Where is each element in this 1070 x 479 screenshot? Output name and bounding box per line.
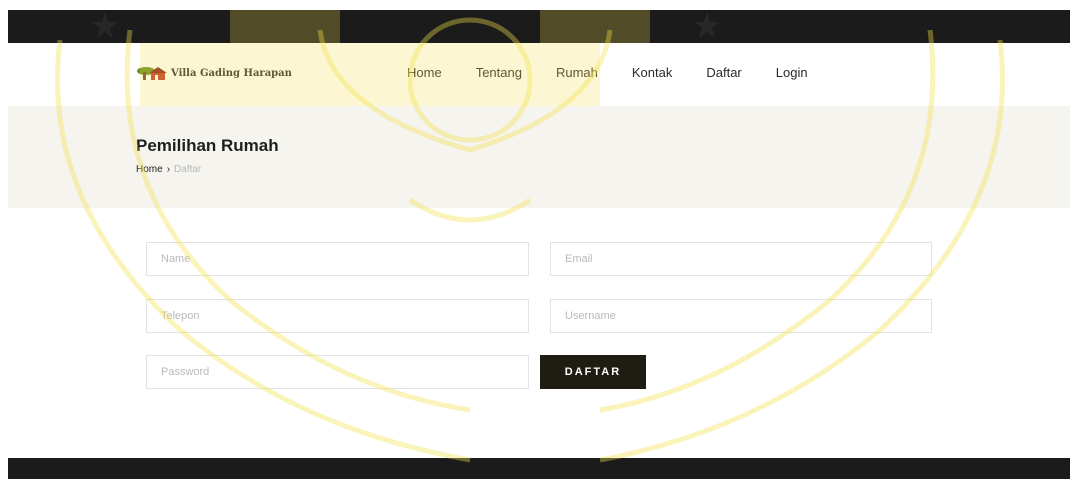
breadcrumb-current: Daftar (174, 164, 202, 175)
username-field[interactable] (550, 299, 932, 333)
nav-home[interactable]: Home (407, 65, 442, 80)
daftar-button[interactable]: DAFTAR (540, 355, 646, 389)
breadcrumb-home[interactable]: Home (136, 164, 163, 175)
nav-tentang[interactable]: Tentang (476, 65, 522, 80)
footer (8, 458, 1070, 479)
page-title: Pemilihan Rumah (136, 136, 279, 155)
password-field[interactable] (146, 355, 529, 389)
chevron-right-icon: › (166, 164, 171, 175)
email-field[interactable] (550, 242, 932, 276)
name-field[interactable] (146, 242, 529, 276)
nav-login[interactable]: Login (776, 65, 808, 80)
nav-rumah[interactable]: Rumah (556, 65, 598, 80)
main-nav: Home Tentang Rumah Kontak Daftar Login (407, 65, 808, 80)
page-header-band (8, 106, 1070, 208)
logo[interactable]: Villa Gading Harapan (137, 66, 292, 80)
top-bar (8, 10, 1070, 43)
brand-name: Villa Gading Harapan (171, 67, 292, 79)
nav-kontak[interactable]: Kontak (632, 65, 672, 80)
phone-field[interactable] (146, 299, 529, 333)
breadcrumb: Home › Daftar (136, 164, 201, 175)
house-tree-icon (137, 67, 167, 80)
nav-daftar[interactable]: Daftar (706, 65, 741, 80)
